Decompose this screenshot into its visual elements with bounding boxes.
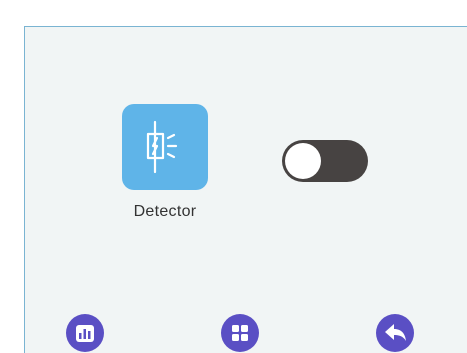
back-arrow-icon (385, 324, 406, 341)
back-button[interactable] (376, 314, 414, 352)
stats-icon (76, 325, 94, 342)
device-control-screen: Detector (24, 26, 467, 353)
stats-button[interactable] (66, 314, 104, 352)
home-grid-button[interactable] (221, 314, 259, 352)
detector-icon (146, 120, 178, 174)
detector-tile[interactable] (122, 104, 208, 190)
grid-icon (232, 325, 248, 341)
detector-label: Detector (133, 203, 197, 220)
detector-toggle-switch[interactable] (282, 140, 368, 182)
toggle-knob (285, 143, 321, 179)
